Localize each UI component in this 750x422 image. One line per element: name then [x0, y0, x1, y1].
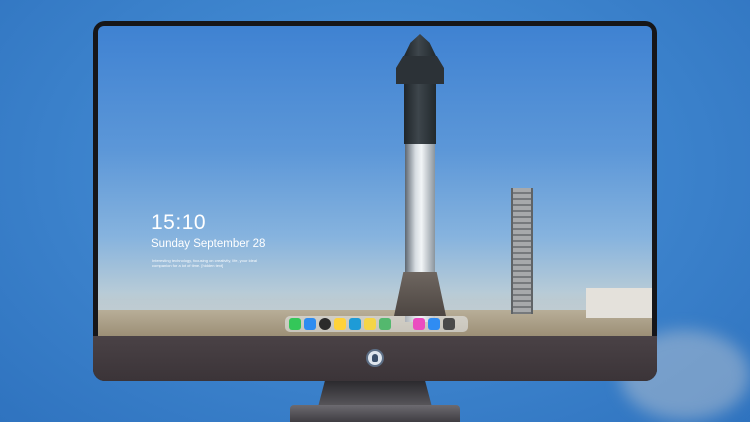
- buildings: [586, 288, 652, 318]
- camera-icon[interactable]: [443, 318, 455, 330]
- launch-tower: [511, 188, 533, 314]
- rocket-ship: [404, 34, 436, 144]
- launch-pad: [394, 272, 446, 316]
- clock-icon[interactable]: [319, 318, 331, 330]
- lock-time: 15:10: [151, 211, 207, 234]
- brand-logo-icon: [366, 349, 384, 367]
- photos-icon[interactable]: [334, 318, 346, 330]
- lock-screen[interactable]: 15:10 Sunday September 28 Interesting te…: [98, 26, 652, 336]
- notes-icon[interactable]: [364, 318, 376, 330]
- clapper-icon[interactable]: [349, 318, 361, 330]
- music-icon[interactable]: [413, 318, 425, 330]
- message-icon[interactable]: [289, 318, 301, 330]
- monitor-stand-neck: [318, 381, 432, 407]
- lock-date: Sunday September 28: [151, 238, 266, 250]
- gallery-icon[interactable]: [379, 318, 391, 330]
- horizon-haze: [98, 290, 652, 312]
- dock: [285, 316, 468, 332]
- monitor-stand-base: [290, 405, 460, 422]
- appstore-icon[interactable]: [428, 318, 440, 330]
- lock-note: Interesting technology, focusing on crea…: [152, 258, 258, 268]
- folder-icon[interactable]: [304, 318, 316, 330]
